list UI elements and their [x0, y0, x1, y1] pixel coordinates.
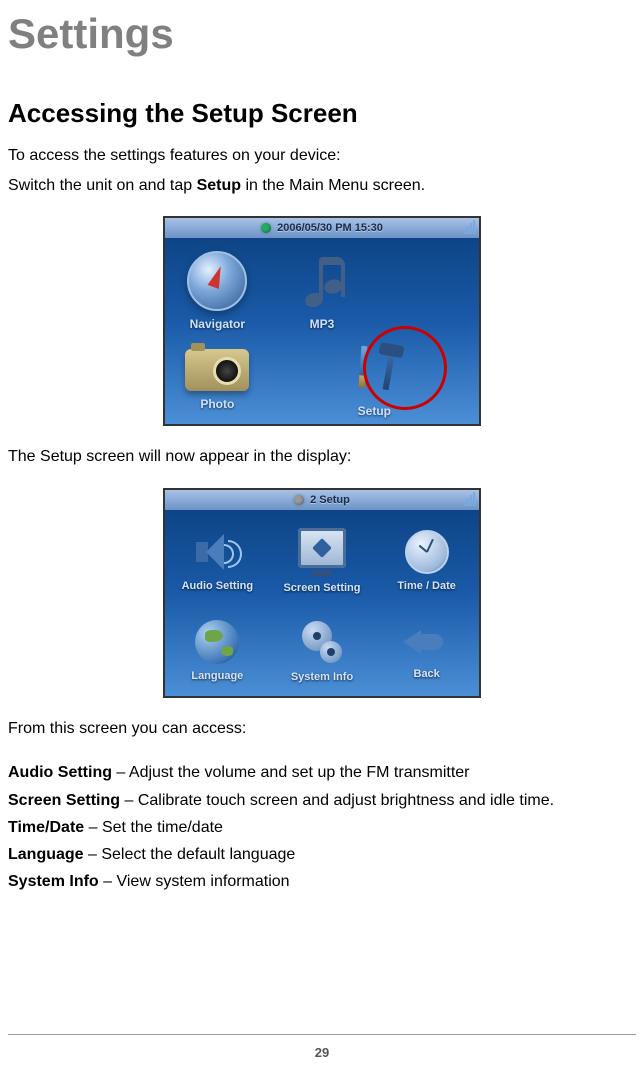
main-menu-topbar: 2006/05/30 PM 15:30 [165, 218, 479, 238]
section-heading: Accessing the Setup Screen [8, 98, 636, 129]
back-label: Back [414, 668, 440, 680]
screenshot-main-menu: 2006/05/30 PM 15:30 Navigator MP3 Photo [163, 216, 481, 426]
intro-2a: Switch the unit on and tap [8, 177, 197, 194]
option-screen-name: Screen Setting [8, 792, 120, 809]
screenshot-setup-screen: 2 Setup Audio Setting Screen Setting Tim… [163, 488, 481, 698]
screen-label: Screen Setting [283, 582, 360, 594]
setup-item-back[interactable]: Back [374, 606, 479, 696]
main-menu-empty [374, 246, 479, 335]
timedate-label: Time / Date [397, 580, 456, 592]
mp3-label: MP3 [310, 317, 335, 331]
setup-label: Setup [358, 404, 391, 418]
gears-icon [298, 619, 346, 665]
back-arrow-icon [403, 622, 451, 662]
option-screen: Screen Setting – Calibrate touch screen … [8, 787, 636, 814]
option-screen-desc: – Calibrate touch screen and adjust brig… [120, 792, 554, 809]
setup-titlebar-text: 2 Setup [310, 494, 350, 506]
option-language-name: Language [8, 846, 84, 863]
option-audio-name: Audio Setting [8, 764, 112, 781]
option-language-desc: – Select the default language [84, 846, 296, 863]
intro-line-2: Switch the unit on and tap Setup in the … [8, 173, 636, 199]
main-menu-datetime: 2006/05/30 PM 15:30 [277, 222, 383, 234]
audio-label: Audio Setting [182, 580, 254, 592]
option-sysinfo-desc: – View system information [99, 873, 290, 890]
intro-2c: in the Main Menu screen. [241, 177, 425, 194]
language-label: Language [191, 670, 243, 682]
globe-icon [195, 620, 239, 664]
main-menu-photo[interactable]: Photo [165, 335, 270, 424]
option-language: Language – Select the default language [8, 841, 636, 868]
setup-item-timedate[interactable]: Time / Date [374, 516, 479, 606]
volume-icon [464, 490, 475, 510]
setup-item-screen[interactable]: Screen Setting [270, 516, 375, 606]
main-menu-navigator[interactable]: Navigator [165, 246, 270, 335]
status-dot-icon [294, 495, 304, 505]
option-audio: Audio Setting – Adjust the volume and se… [8, 759, 636, 786]
setup-item-language[interactable]: Language [165, 606, 270, 696]
main-menu-mp3[interactable]: MP3 [270, 246, 375, 335]
compass-icon [187, 251, 247, 311]
clock-icon [405, 530, 449, 574]
navigator-label: Navigator [190, 317, 245, 331]
option-sysinfo: System Info – View system information [8, 868, 636, 895]
intro-line-1: To access the settings features on your … [8, 143, 636, 169]
after-shot-1: The Setup screen will now appear in the … [8, 444, 636, 470]
status-dot-icon [261, 223, 271, 233]
option-timedate-desc: – Set the time/date [84, 819, 223, 836]
music-note-icon [297, 251, 347, 311]
option-audio-desc: – Adjust the volume and set up the FM tr… [112, 764, 470, 781]
intro-2b-setup: Setup [197, 177, 241, 194]
speaker-icon [192, 530, 242, 574]
sysinfo-label: System Info [291, 671, 353, 683]
option-sysinfo-name: System Info [8, 873, 99, 890]
after-shot-2: From this screen you can access: [8, 716, 636, 742]
setup-item-audio[interactable]: Audio Setting [165, 516, 270, 606]
photo-label: Photo [200, 397, 234, 411]
setup-item-sysinfo[interactable]: System Info [270, 606, 375, 696]
options-list: Audio Setting – Adjust the volume and se… [8, 759, 636, 895]
volume-icon [464, 218, 475, 238]
setup-topbar: 2 Setup [165, 490, 479, 510]
option-timedate: Time/Date – Set the time/date [8, 814, 636, 841]
main-menu-setup[interactable]: Setup [270, 335, 479, 424]
monitor-icon [298, 528, 346, 576]
tools-icon [346, 342, 402, 398]
option-timedate-name: Time/Date [8, 819, 84, 836]
page-title: Settings [8, 10, 636, 58]
camera-icon [185, 349, 249, 391]
page-number: 29 [0, 1034, 644, 1060]
